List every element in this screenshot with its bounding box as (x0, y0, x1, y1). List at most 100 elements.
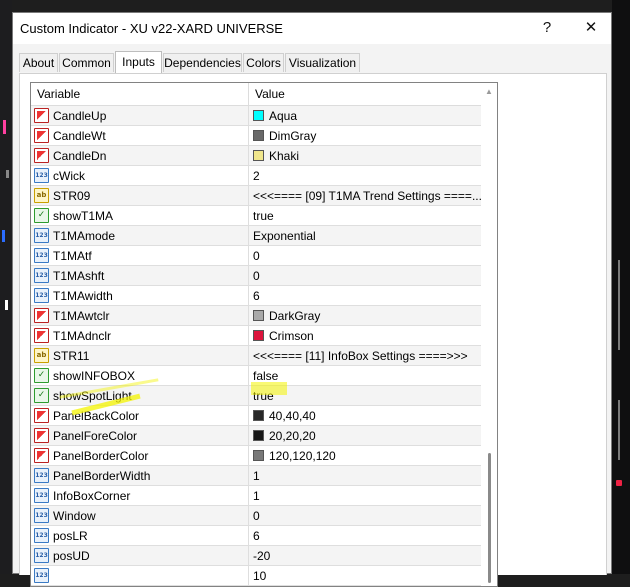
number-icon: 123 (34, 528, 49, 543)
variable-name: showSpotLight (53, 389, 132, 403)
number-icon: 123 (34, 228, 49, 243)
table-row[interactable]: ✓ showT1MA true (31, 206, 481, 226)
color-swatch[interactable] (253, 310, 264, 321)
table-row[interactable]: PanelBackColor 40,40,40 (31, 406, 481, 426)
table-row[interactable]: 123 cWick 2 (31, 166, 481, 186)
variable-value[interactable]: DarkGray (269, 306, 320, 326)
variable-value[interactable]: 40,40,40 (269, 406, 316, 426)
table-row[interactable]: 123 InfoBoxCorner 1 (31, 486, 481, 506)
variable-value[interactable]: false (253, 366, 278, 386)
variable-name: CandleWt (53, 129, 106, 143)
variable-name: T1MAwtclr (53, 309, 110, 323)
table-row[interactable]: 123 PanelBorderWidth 1 (31, 466, 481, 486)
chart-candle-wick (618, 260, 620, 350)
variable-name: PanelBorderWidth (53, 469, 151, 483)
table-row[interactable]: ✓ showSpotLight true (31, 386, 481, 406)
table-row[interactable]: 123 10 (31, 566, 481, 586)
close-button[interactable]: ✕ (580, 17, 602, 39)
variable-name: T1MAmode (53, 229, 116, 243)
table-row[interactable]: CandleDn Khaki (31, 146, 481, 166)
help-button[interactable]: ? (536, 17, 558, 39)
variable-value[interactable]: 6 (253, 286, 260, 306)
table-row[interactable]: ab STR11 <<<==== [11] InfoBox Settings ===… (31, 346, 481, 366)
variable-name: posLR (53, 529, 88, 543)
cell-divider (248, 246, 249, 266)
table-row[interactable]: 123 T1MAtf 0 (31, 246, 481, 266)
color-swatch[interactable] (253, 110, 264, 121)
table-row[interactable]: 123 posLR 6 (31, 526, 481, 546)
column-header-variable[interactable]: Variable (31, 83, 80, 105)
variable-name: STR09 (53, 189, 91, 203)
tab-dependencies[interactable]: Dependencies (163, 53, 242, 72)
variable-value[interactable]: DimGray (269, 126, 316, 146)
cell-divider (248, 266, 249, 286)
vertical-scrollbar[interactable]: ▲ (482, 83, 497, 586)
table-row[interactable]: CandleWt DimGray (31, 126, 481, 146)
table-row[interactable]: ab STR09 <<<==== [09] T1MA Trend Settings … (31, 186, 482, 206)
variable-value[interactable]: 2 (253, 166, 260, 186)
cell-divider (248, 346, 249, 366)
column-header-value[interactable]: Value (249, 83, 285, 105)
chart-right-edge (612, 0, 630, 574)
chart-marker (3, 120, 6, 134)
table-row[interactable]: 123 T1MAmode Exponential (31, 226, 481, 246)
variable-value[interactable]: true (253, 206, 274, 226)
variable-value[interactable]: <<<==== [09] T1MA Trend Settings ====... (253, 186, 482, 206)
variable-name: STR11 (53, 349, 90, 363)
color-icon (34, 308, 49, 323)
variable-value[interactable]: Khaki (269, 146, 299, 166)
variable-value[interactable]: Aqua (269, 106, 297, 126)
table-row[interactable]: ✓ showINFOBOX false (31, 366, 481, 386)
table-row[interactable]: T1MAwtclr DarkGray (31, 306, 481, 326)
cell-divider (248, 526, 249, 546)
table-row[interactable]: 123 T1MAwidth 6 (31, 286, 481, 306)
color-swatch[interactable] (253, 410, 264, 421)
variable-value[interactable]: 6 (253, 526, 260, 546)
color-swatch[interactable] (253, 450, 264, 461)
scroll-up-icon[interactable]: ▲ (485, 87, 493, 96)
variable-value[interactable]: 0 (253, 506, 260, 526)
color-swatch[interactable] (253, 430, 264, 441)
scrollbar-thumb[interactable] (488, 453, 491, 583)
variable-name: PanelBackColor (53, 409, 140, 423)
string-icon: ab (34, 188, 49, 203)
tab-colors[interactable]: Colors (243, 53, 284, 72)
variable-value[interactable]: 20,20,20 (269, 426, 316, 446)
color-icon (34, 128, 49, 143)
variable-value[interactable]: true (253, 386, 274, 406)
variable-name: T1MAtf (53, 249, 92, 263)
variable-value[interactable]: 0 (253, 266, 260, 286)
variable-value[interactable]: -20 (253, 546, 270, 566)
variable-value[interactable]: 1 (253, 486, 260, 506)
variable-name: T1MAshft (53, 269, 105, 283)
table-row[interactable]: CandleUp Aqua (31, 106, 481, 126)
cell-divider (248, 186, 249, 206)
variable-value[interactable]: Crimson (269, 326, 314, 346)
table-row[interactable]: 123 posUD -20 (31, 546, 481, 566)
table-row[interactable]: PanelBorderColor 120,120,120 (31, 446, 481, 466)
variable-value[interactable]: Exponential (253, 226, 316, 246)
chart-marker (5, 300, 8, 310)
variable-value[interactable]: 0 (253, 246, 260, 266)
cell-divider (248, 306, 249, 326)
tab-inputs[interactable]: Inputs (115, 51, 162, 73)
tab-common[interactable]: Common (59, 53, 114, 72)
table-row[interactable]: T1MAdnclr Crimson (31, 326, 481, 346)
color-swatch[interactable] (253, 330, 264, 341)
table-row[interactable]: 123 Window 0 (31, 506, 481, 526)
title-bar: Custom Indicator - XU v22-XARD UNIVERSE … (13, 13, 611, 44)
table-row[interactable]: PanelForeColor 20,20,20 (31, 426, 481, 446)
color-swatch[interactable] (253, 130, 264, 141)
variable-value[interactable]: 10 (253, 566, 266, 586)
tab-about[interactable]: About (19, 53, 58, 72)
table-row[interactable]: 123 T1MAshft 0 (31, 266, 481, 286)
variable-value[interactable]: 120,120,120 (269, 446, 336, 466)
cell-divider (248, 386, 249, 406)
number-icon: 123 (34, 248, 49, 263)
variable-value[interactable]: <<<==== [11] InfoBox Settings ====>>> (253, 346, 468, 366)
cell-divider (248, 106, 249, 126)
color-swatch[interactable] (253, 150, 264, 161)
variable-value[interactable]: 1 (253, 466, 260, 486)
variable-name: T1MAdnclr (53, 329, 112, 343)
tab-visualization[interactable]: Visualization (285, 53, 360, 72)
